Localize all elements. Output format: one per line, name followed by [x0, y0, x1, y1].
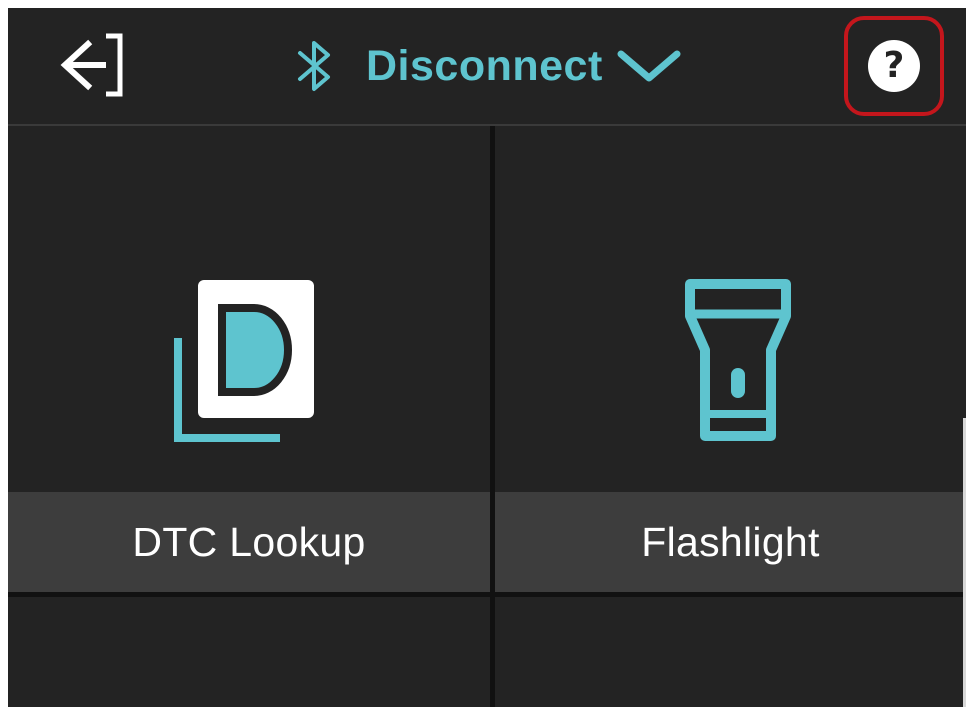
tile-label: Flashlight: [641, 518, 820, 565]
bluetooth-icon: [298, 41, 330, 91]
top-bar: Disconnect ?: [8, 8, 966, 126]
tile-label: DTC Lookup: [132, 518, 366, 565]
exit-arrow-icon: [60, 33, 123, 97]
chevron-down-icon: [617, 50, 681, 82]
tile-placeholder[interactable]: [8, 597, 490, 707]
scrollbar-edge: [963, 418, 966, 707]
tile-flashlight[interactable]: Flashlight: [495, 126, 966, 592]
feature-grid: DTC Lookup Flashlight: [8, 126, 966, 707]
tile-placeholder[interactable]: [495, 597, 966, 707]
tile-caption-bar: DTC Lookup: [8, 492, 490, 592]
tile-dtc-lookup[interactable]: DTC Lookup: [8, 126, 490, 592]
help-icon: ?: [868, 40, 920, 92]
help-button[interactable]: ?: [844, 16, 944, 116]
help-symbol: ?: [883, 45, 905, 86]
app-screen: Disconnect ? DTC Lookup Flashlight: [8, 8, 966, 707]
connection-label: Disconnect: [366, 41, 603, 90]
connection-dropdown[interactable]: Disconnect: [294, 34, 681, 98]
exit-button[interactable]: [48, 30, 128, 100]
flashlight-icon: [685, 279, 791, 441]
tile-caption-bar: Flashlight: [495, 492, 966, 592]
dtc-lookup-icon: [174, 280, 314, 442]
